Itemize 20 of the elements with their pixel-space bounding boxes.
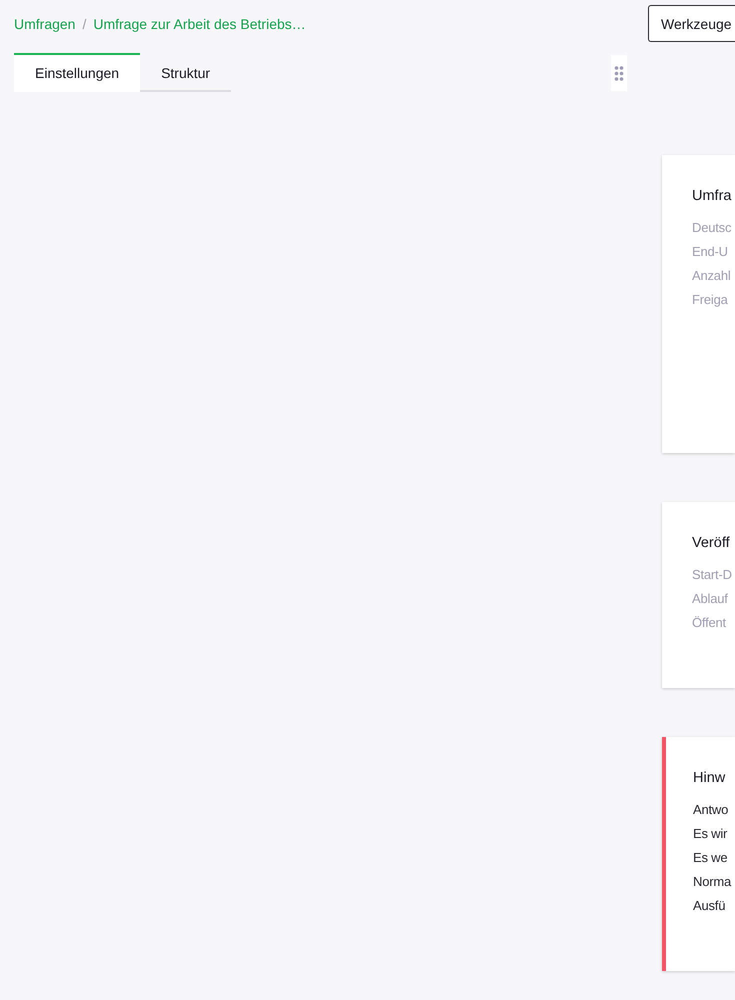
card-text: Öffent bbox=[692, 614, 727, 632]
card-text: Freiga bbox=[692, 291, 729, 309]
card-title: Umfra bbox=[692, 187, 732, 205]
card-title: Veröff bbox=[692, 534, 731, 552]
card-text: Antwo bbox=[693, 801, 730, 819]
card-text: Ablauf bbox=[692, 590, 729, 608]
card-text: Es we bbox=[693, 849, 728, 867]
card-text: End-U bbox=[692, 243, 729, 261]
card-text: Start-D bbox=[692, 566, 733, 584]
card-text: Es wir bbox=[693, 825, 728, 843]
drag-handle-icon[interactable] bbox=[611, 55, 627, 91]
card-title: Hinw bbox=[693, 769, 726, 787]
breadcrumb-separator: / bbox=[82, 16, 86, 32]
tab[interactable]: Einstellungen bbox=[14, 53, 140, 92]
tools-button[interactable]: Werkzeuge bbox=[648, 5, 735, 42]
card-text: Ausfü bbox=[693, 897, 726, 915]
tab[interactable]: Struktur bbox=[140, 53, 232, 92]
card-text: Deutsc bbox=[692, 219, 732, 237]
card-text: Norma bbox=[693, 873, 732, 891]
card-text: Anzahl bbox=[692, 267, 732, 285]
